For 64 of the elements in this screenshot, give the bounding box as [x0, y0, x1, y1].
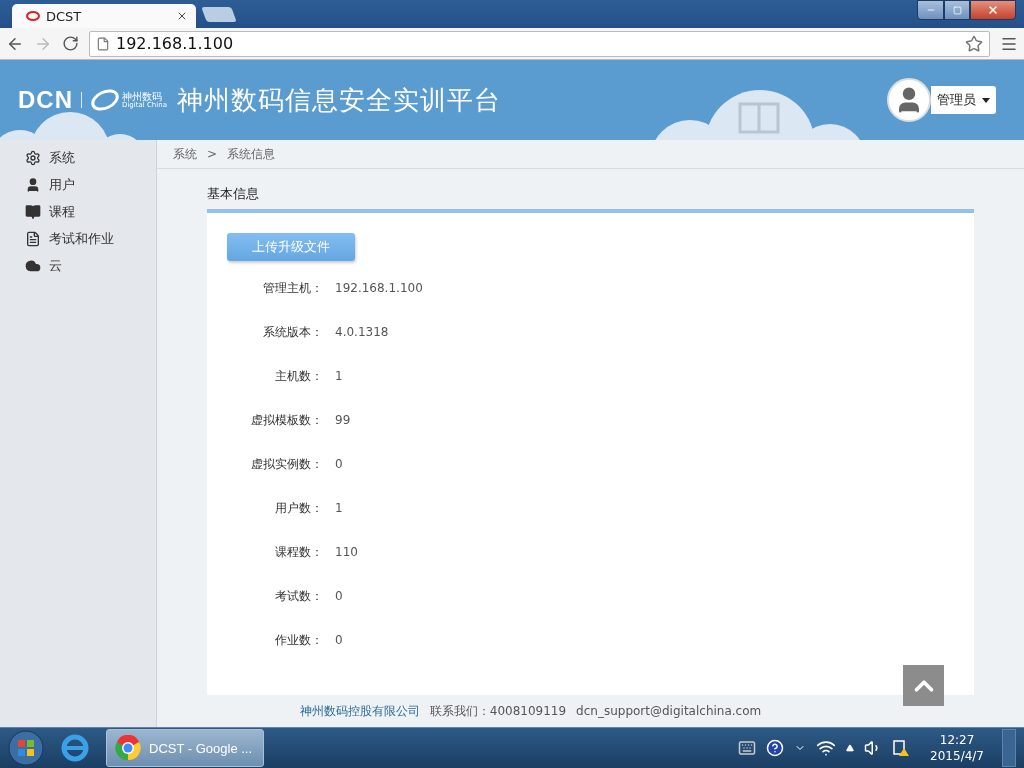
reload-button[interactable] — [62, 35, 79, 52]
breadcrumb-separator: > — [207, 147, 218, 161]
start-button[interactable] — [8, 730, 44, 766]
network-warning-icon[interactable] — [892, 739, 911, 757]
gear-icon — [25, 149, 41, 166]
support-email: dcn_support@digitalchina.com — [576, 704, 762, 718]
maximize-button[interactable] — [944, 0, 970, 20]
field-label: 虚拟实例数： — [250, 456, 323, 473]
clock-time: 12:27 — [939, 732, 975, 748]
sidebar-item[interactable]: 系统 — [0, 144, 156, 171]
field-value: 192.168.1.100 — [335, 280, 423, 297]
browser-tab[interactable]: DCST — [12, 4, 196, 28]
field-label: 考试数： — [274, 588, 323, 605]
new-tab-button[interactable] — [201, 7, 237, 22]
field-value: 0 — [335, 456, 344, 473]
contact-phone: 联系我们：4008109119 — [429, 702, 567, 720]
field-value: 1 — [335, 368, 344, 385]
site-icon — [26, 10, 40, 22]
field-value: 99 — [335, 412, 352, 429]
maximize-icon — [952, 5, 962, 15]
book-icon — [25, 203, 41, 220]
user-menu-button[interactable]: 管理员 — [931, 86, 996, 114]
browser-icon — [115, 735, 141, 761]
field-label: 系统版本： — [262, 324, 323, 341]
field-label: 管理主机： — [262, 280, 323, 297]
user-icon — [25, 176, 41, 193]
breadcrumb-item: 系统信息 — [227, 145, 276, 163]
show-hidden-icons-icon[interactable] — [846, 744, 855, 752]
field-label: 作业数： — [274, 632, 323, 649]
close-icon[interactable] — [176, 10, 188, 22]
sidebar-item[interactable]: 用户 — [0, 171, 156, 198]
field-label: 用户数： — [274, 500, 323, 517]
company-link[interactable]: 神州数码控股有限公司 — [299, 702, 420, 720]
caret-icon — [982, 97, 990, 103]
avatar-icon — [887, 78, 931, 122]
scroll-top-button[interactable] — [903, 665, 944, 706]
site-title: 神州数码信息安全实训平台 — [176, 83, 501, 117]
field-label: 主机数： — [274, 368, 323, 385]
document-icon — [25, 230, 41, 247]
sidebar-item[interactable]: 考试和作业 — [0, 225, 156, 252]
keyboard-icon[interactable] — [738, 739, 757, 757]
field-value: 110 — [335, 544, 359, 561]
minimize-button[interactable] — [917, 0, 944, 20]
breadcrumb-item[interactable]: 系统 — [173, 145, 197, 163]
section-title: 基本信息 — [207, 185, 260, 203]
wifi-icon[interactable] — [816, 738, 837, 758]
field-value: 0 — [335, 632, 344, 649]
field-label: 课程数： — [274, 544, 323, 561]
close-button[interactable] — [970, 0, 1016, 20]
sidebar-item[interactable]: 云 — [0, 252, 156, 279]
sidebar-item[interactable]: 课程 — [0, 198, 156, 225]
star-icon[interactable] — [965, 34, 983, 53]
page-icon — [96, 36, 110, 51]
field-value: 1 — [335, 500, 344, 517]
close-icon — [987, 4, 999, 16]
logo-text: DCN — [18, 86, 73, 114]
logo-icon — [90, 88, 120, 112]
help-icon[interactable] — [766, 739, 785, 757]
clock-date: 2015/4/7 — [930, 748, 984, 764]
field-label: 虚拟模板数： — [250, 412, 323, 429]
field-value: 0 — [335, 588, 344, 605]
brand-name: 神州数码 — [122, 90, 162, 102]
field-value: 4.0.1318 — [335, 324, 390, 341]
address-bar[interactable]: 192.168.1.100 — [89, 30, 990, 57]
